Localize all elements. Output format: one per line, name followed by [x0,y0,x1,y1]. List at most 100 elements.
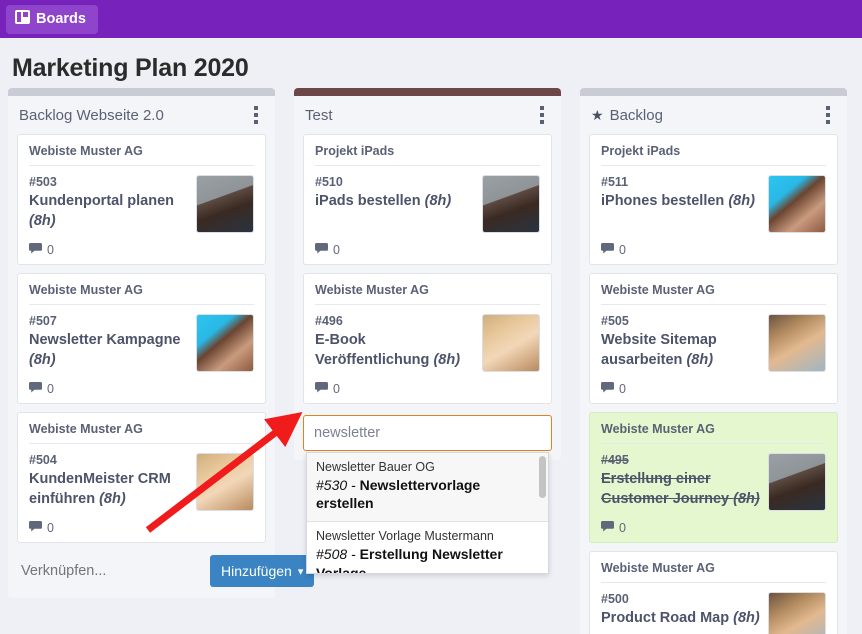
task-card[interactable]: Webiste Muster AG #496 E-Book Veröffentl… [303,273,552,404]
column-title: Backlog Webseite 2.0 [19,106,164,124]
card-title-text: Newsletter Kampagne [29,332,181,348]
card-project-label: Projekt iPads [601,144,826,166]
avatar [768,175,826,233]
card-comments: 0 [29,521,254,535]
more-vertical-icon[interactable] [820,102,836,128]
card-id: #505 [601,314,629,328]
comment-count: 0 [619,382,626,396]
boards-button[interactable]: Boards [6,4,98,34]
card-comments: 0 [29,382,254,396]
card-title-text: Erstellung einer Customer Journey [601,471,730,507]
card-id: #496 [315,314,343,328]
task-card[interactable]: Webiste Muster AG #504 KundenMeister CRM… [17,412,266,543]
card-id: #510 [315,175,343,189]
link-search-area: Newsletter Bauer OG #530 - Newslettervor… [303,412,552,574]
avatar [768,592,826,634]
search-input[interactable] [303,415,552,451]
avatar [768,314,826,372]
card-title: iPads bestellen (8h) [315,192,474,212]
board-columns: Backlog Webseite 2.0 Webiste Muster AG #… [0,88,847,634]
board-column-backlog-webseite: Backlog Webseite 2.0 Webiste Muster AG #… [8,88,315,634]
card-estimate: (8h) [29,351,56,368]
card-estimate: (8h) [733,490,760,507]
card-project-label: Projekt iPads [315,144,540,166]
comment-bubble-icon [315,382,328,396]
column-accent-bar [580,88,847,96]
column-accent-bar [8,88,275,96]
card-title-text: E-Book Veröffentlichung [315,332,430,368]
card-id: #503 [29,175,57,189]
more-vertical-icon[interactable] [534,102,550,128]
card-id: #500 [601,592,629,606]
card-title-text: Kundenportal planen [29,193,174,209]
autocomplete-option[interactable]: Newsletter Bauer OG #530 - Newslettervor… [307,453,548,523]
top-navigation-bar: Boards [0,0,862,38]
autocomplete-option[interactable]: Newsletter Vorlage Mustermann #508 - Ers… [307,522,548,573]
card-comments: 0 [29,243,254,257]
card-comments: 0 [601,382,826,396]
comment-bubble-icon [29,521,42,535]
board-column-test: Test Projekt iPads #510 iPads bestellen … [294,88,561,634]
card-comments: 0 [601,243,826,257]
column-accent-bar [294,88,561,96]
card-project-label: Webiste Muster AG [29,422,254,444]
star-icon: ★ [591,107,604,123]
card-estimate: (8h) [99,490,126,507]
comment-bubble-icon [601,521,614,535]
comment-bubble-icon [601,382,614,396]
task-card[interactable]: Webiste Muster AG #503 Kundenportal plan… [17,134,266,265]
card-title: Erstellung einer Customer Journey (8h) [601,470,760,509]
task-card[interactable]: Projekt iPads #510 iPads bestellen (8h) [303,134,552,265]
column-header: Backlog Webseite 2.0 [17,96,266,134]
add-button-label: Hinzufügen [221,563,292,579]
task-card[interactable]: Projekt iPads #511 iPhones bestellen (8h… [589,134,838,265]
avatar [196,453,254,511]
card-comments: 0 [601,521,826,535]
comment-count: 0 [47,382,54,396]
card-title: Newsletter Kampagne (8h) [29,331,188,370]
board-column-backlog: ★ Backlog Projekt iPads #511 iPhones bes… [580,88,847,634]
card-id: #504 [29,453,57,467]
column-header: Test [303,96,552,134]
card-title-text: iPhones bestellen [601,193,725,209]
task-card[interactable]: Webiste Muster AG #500 Product Road Map … [589,551,838,634]
column-header: ★ Backlog [589,96,838,134]
link-input[interactable] [19,557,210,585]
dropdown-scrollbar[interactable] [539,456,546,498]
card-estimate: (8h) [29,212,56,229]
comment-bubble-icon [315,243,328,257]
card-project-label: Webiste Muster AG [29,144,254,166]
option-project: Newsletter Bauer OG [316,460,435,474]
comment-bubble-icon [601,243,614,257]
avatar [482,314,540,372]
more-vertical-icon[interactable] [248,102,264,128]
option-separator: - [351,477,356,493]
card-title-text: iPads bestellen [315,193,421,209]
card-estimate: (8h) [686,351,714,368]
comment-count: 0 [47,243,54,257]
task-card[interactable]: Webiste Muster AG #505 Website Sitemap a… [589,273,838,404]
column-title: Test [305,106,333,124]
card-title-text: Product Road Map [601,610,730,626]
card-project-label: Webiste Muster AG [601,283,826,305]
comment-count: 0 [47,521,54,535]
option-project: Newsletter Vorlage Mustermann [316,529,494,544]
card-estimate: (8h) [424,193,452,209]
avatar [768,453,826,511]
card-title: E-Book Veröffentlichung (8h) [315,331,474,370]
task-card[interactable]: Webiste Muster AG #507 Newsletter Kampag… [17,273,266,404]
avatar [482,175,540,233]
card-id: #495 [601,453,629,467]
task-card-completed[interactable]: Webiste Muster AG #495 Erstellung einer … [589,412,838,543]
comment-bubble-icon [29,243,42,257]
card-project-label: Webiste Muster AG [601,422,826,444]
option-id: #530 [316,477,348,493]
card-id: #511 [601,175,629,189]
comment-bubble-icon [29,382,42,396]
autocomplete-dropdown[interactable]: Newsletter Bauer OG #530 - Newslettervor… [306,452,549,574]
option-title: #530 - Newslettervorlage erstellen [316,476,539,512]
card-title: KundenMeister CRM einführen (8h) [29,470,188,509]
option-separator: - [351,546,356,563]
card-comments: 0 [315,382,540,396]
boards-button-label: Boards [36,10,86,27]
